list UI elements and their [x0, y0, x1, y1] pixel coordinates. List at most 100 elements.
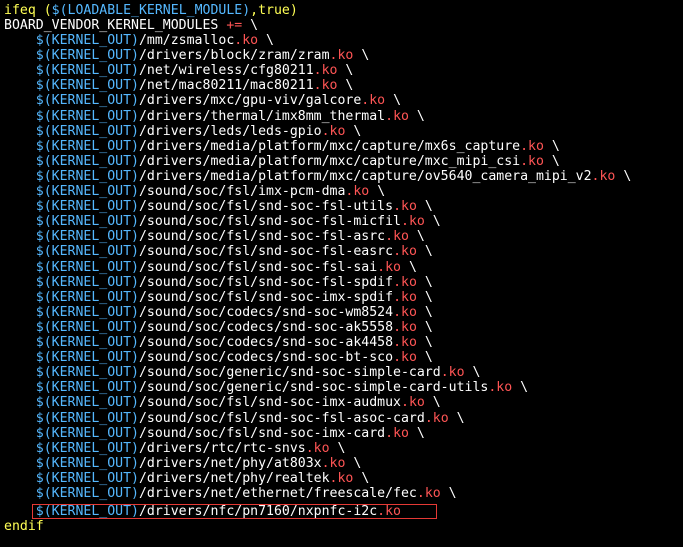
line-continuation: \ — [408, 229, 425, 245]
kernel-out-var: $(KERNEL_OUT) — [35, 138, 139, 154]
kernel-out-var: $(KERNEL_OUT) — [35, 470, 139, 486]
line-continuation: \ — [353, 48, 370, 64]
assign-operator: += — [218, 18, 243, 33]
kernel-out-var: $(KERNEL_OUT) — [35, 33, 139, 48]
module-path: /sound/soc/codecs/snd-soc-ak5558 — [138, 319, 394, 335]
assign-variable: BOARD_VENDOR_KERNEL_MODULES — [4, 18, 219, 33]
module-path: /sound/soc/fsl/snd-soc-imx-card — [138, 425, 386, 441]
module-line: $(KERNEL_OUT)/net/mac80211/mac80211.ko \ — [4, 78, 354, 94]
line-continuation: \ — [353, 470, 370, 486]
line-continuation: \ — [385, 93, 402, 109]
kernel-out-var: $(KERNEL_OUT) — [35, 304, 139, 320]
kernel-out-var: $(KERNEL_OUT) — [35, 63, 139, 79]
line-continuation: \ — [416, 335, 433, 350]
ifeq-keyword: ifeq — [4, 3, 36, 18]
ko-extension: .ko — [385, 108, 409, 124]
line-continuation: \ — [408, 425, 425, 441]
module-line: $(KERNEL_OUT)/sound/soc/fsl/snd-soc-fsl-… — [4, 244, 433, 259]
module-line: $(KERNEL_OUT)/drivers/media/platform/mxc… — [4, 154, 560, 169]
highlight-box — [32, 504, 437, 519]
ko-extension: .ko — [424, 410, 449, 426]
assign-continuation: \ — [242, 18, 259, 33]
module-path: /drivers/media/platform/mxc/capture/ov56… — [138, 168, 592, 184]
ko-extension: .ko — [321, 455, 346, 471]
ko-extension: .ko — [329, 48, 354, 64]
line-continuation: \ — [416, 199, 433, 215]
line-continuation: \ — [329, 440, 346, 456]
ko-extension: .ko — [361, 93, 386, 109]
kernel-out-var: $(KERNEL_OUT) — [35, 214, 139, 230]
module-path: /drivers/leds/leds-gpio — [138, 123, 322, 139]
ko-extension: .ko — [393, 335, 417, 350]
module-line: $(KERNEL_OUT)/drivers/mxc/gpu-viv/galcor… — [4, 93, 401, 108]
ko-extension: .ko — [591, 168, 616, 184]
module-path: /net/wireless/cfg80211 — [138, 63, 314, 79]
ko-extension: .ko — [313, 78, 338, 94]
kernel-out-var: $(KERNEL_OUT) — [35, 244, 139, 260]
module-path: /sound/soc/fsl/snd-soc-imx-spdif — [138, 289, 394, 305]
line-continuation: \ — [448, 410, 465, 426]
module-path: /sound/soc/codecs/snd-soc-wm8524 — [138, 304, 394, 320]
ko-extension: .ko — [401, 395, 425, 411]
ko-extension: .ko — [313, 63, 338, 79]
line-continuation: \ — [416, 304, 433, 320]
module-path: /sound/soc/fsl/snd-soc-imx-audmux — [138, 395, 401, 411]
line-continuation: \ — [543, 138, 560, 154]
module-path: /sound/soc/generic/snd-soc-simple-card-u… — [138, 380, 489, 396]
module-line: $(KERNEL_OUT)/drivers/block/zram/zram.ko… — [4, 48, 370, 64]
line-continuation: \ — [337, 78, 354, 94]
line-continuation: \ — [337, 63, 354, 79]
ko-extension: .ko — [234, 33, 259, 48]
line-continuation: \ — [416, 289, 433, 305]
module-path: /drivers/media/platform/mxc/capture/mxc_… — [138, 153, 521, 169]
module-line: $(KERNEL_OUT)/sound/soc/codecs/snd-soc-a… — [4, 335, 433, 350]
module-line: $(KERNEL_OUT)/sound/soc/fsl/snd-soc-fsl-… — [4, 229, 425, 244]
module-line: $(KERNEL_OUT)/sound/soc/codecs/snd-soc-a… — [4, 320, 433, 335]
module-line: $(KERNEL_OUT)/sound/soc/fsl/snd-soc-fsl-… — [4, 214, 441, 229]
module-line: $(KERNEL_OUT)/drivers/net/ethernet/frees… — [4, 486, 457, 501]
kernel-out-var: $(KERNEL_OUT) — [35, 289, 139, 305]
line-continuation: \ — [408, 108, 425, 124]
ko-extension: .ko — [321, 123, 346, 139]
kernel-out-var: $(KERNEL_OUT) — [35, 440, 139, 456]
module-line: $(KERNEL_OUT)/drivers/thermal/imx8mm_the… — [4, 109, 425, 124]
line-continuation: \ — [345, 123, 362, 139]
kernel-out-var: $(KERNEL_OUT) — [35, 259, 139, 275]
module-line: $(KERNEL_OUT)/sound/soc/codecs/snd-soc-w… — [4, 305, 433, 320]
kernel-out-var: $(KERNEL_OUT) — [35, 78, 139, 94]
line-continuation: \ — [424, 395, 441, 411]
module-line: $(KERNEL_OUT)/sound/soc/generic/snd-soc-… — [4, 365, 481, 381]
module-line: $(KERNEL_OUT)/sound/soc/fsl/snd-soc-fsl-… — [4, 275, 433, 290]
assign-line: BOARD_VENDOR_KERNEL_MODULES += \ — [4, 18, 258, 33]
ko-extension: .ko — [440, 365, 465, 381]
module-line: $(KERNEL_OUT)/drivers/leds/leds-gpio.ko … — [4, 123, 362, 139]
kernel-out-var: $(KERNEL_OUT) — [35, 93, 139, 109]
module-path: /drivers/net/ethernet/freescale/fec — [138, 486, 417, 501]
module-path: /sound/soc/codecs/snd-soc-ak4458 — [138, 335, 394, 350]
ko-extension: .ko — [377, 259, 401, 275]
module-path: /mm/zsmalloc — [138, 33, 235, 48]
module-path: /drivers/net/phy/at803x — [138, 455, 322, 471]
module-line: $(KERNEL_OUT)/drivers/net/phy/realtek.ko… — [4, 470, 370, 486]
kernel-out-var: $(KERNEL_OUT) — [35, 395, 139, 411]
line-continuation: \ — [258, 33, 274, 48]
kernel-out-var: $(KERNEL_OUT) — [35, 425, 139, 441]
kernel-out-var: $(KERNEL_OUT) — [35, 168, 139, 184]
ko-extension: .ko — [393, 244, 417, 260]
ko-extension: .ko — [520, 153, 544, 169]
module-path: /drivers/thermal/imx8mm_thermal — [138, 108, 386, 124]
line-continuation: \ — [401, 259, 417, 275]
kernel-out-var: $(KERNEL_OUT) — [35, 229, 139, 245]
module-line: $(KERNEL_OUT)/sound/soc/fsl/snd-soc-fsl-… — [4, 411, 465, 426]
line-continuation: \ — [512, 380, 529, 396]
kernel-out-var: $(KERNEL_OUT) — [35, 274, 139, 290]
module-path: /sound/soc/generic/snd-soc-simple-card — [138, 365, 441, 381]
module-path: /sound/soc/fsl/snd-soc-fsl-spdif — [138, 274, 394, 290]
module-line: $(KERNEL_OUT)/net/wireless/cfg80211.ko \ — [4, 63, 354, 79]
ko-extension: .ko — [393, 350, 417, 366]
kernel-out-var: $(KERNEL_OUT) — [35, 108, 139, 124]
kernel-out-var: $(KERNEL_OUT) — [35, 455, 139, 471]
module-line: $(KERNEL_OUT)/sound/soc/codecs/snd-soc-b… — [4, 350, 433, 365]
module-line: $(KERNEL_OUT)/mm/zsmalloc.ko \ — [4, 33, 274, 48]
cond-open: ( — [35, 3, 52, 18]
